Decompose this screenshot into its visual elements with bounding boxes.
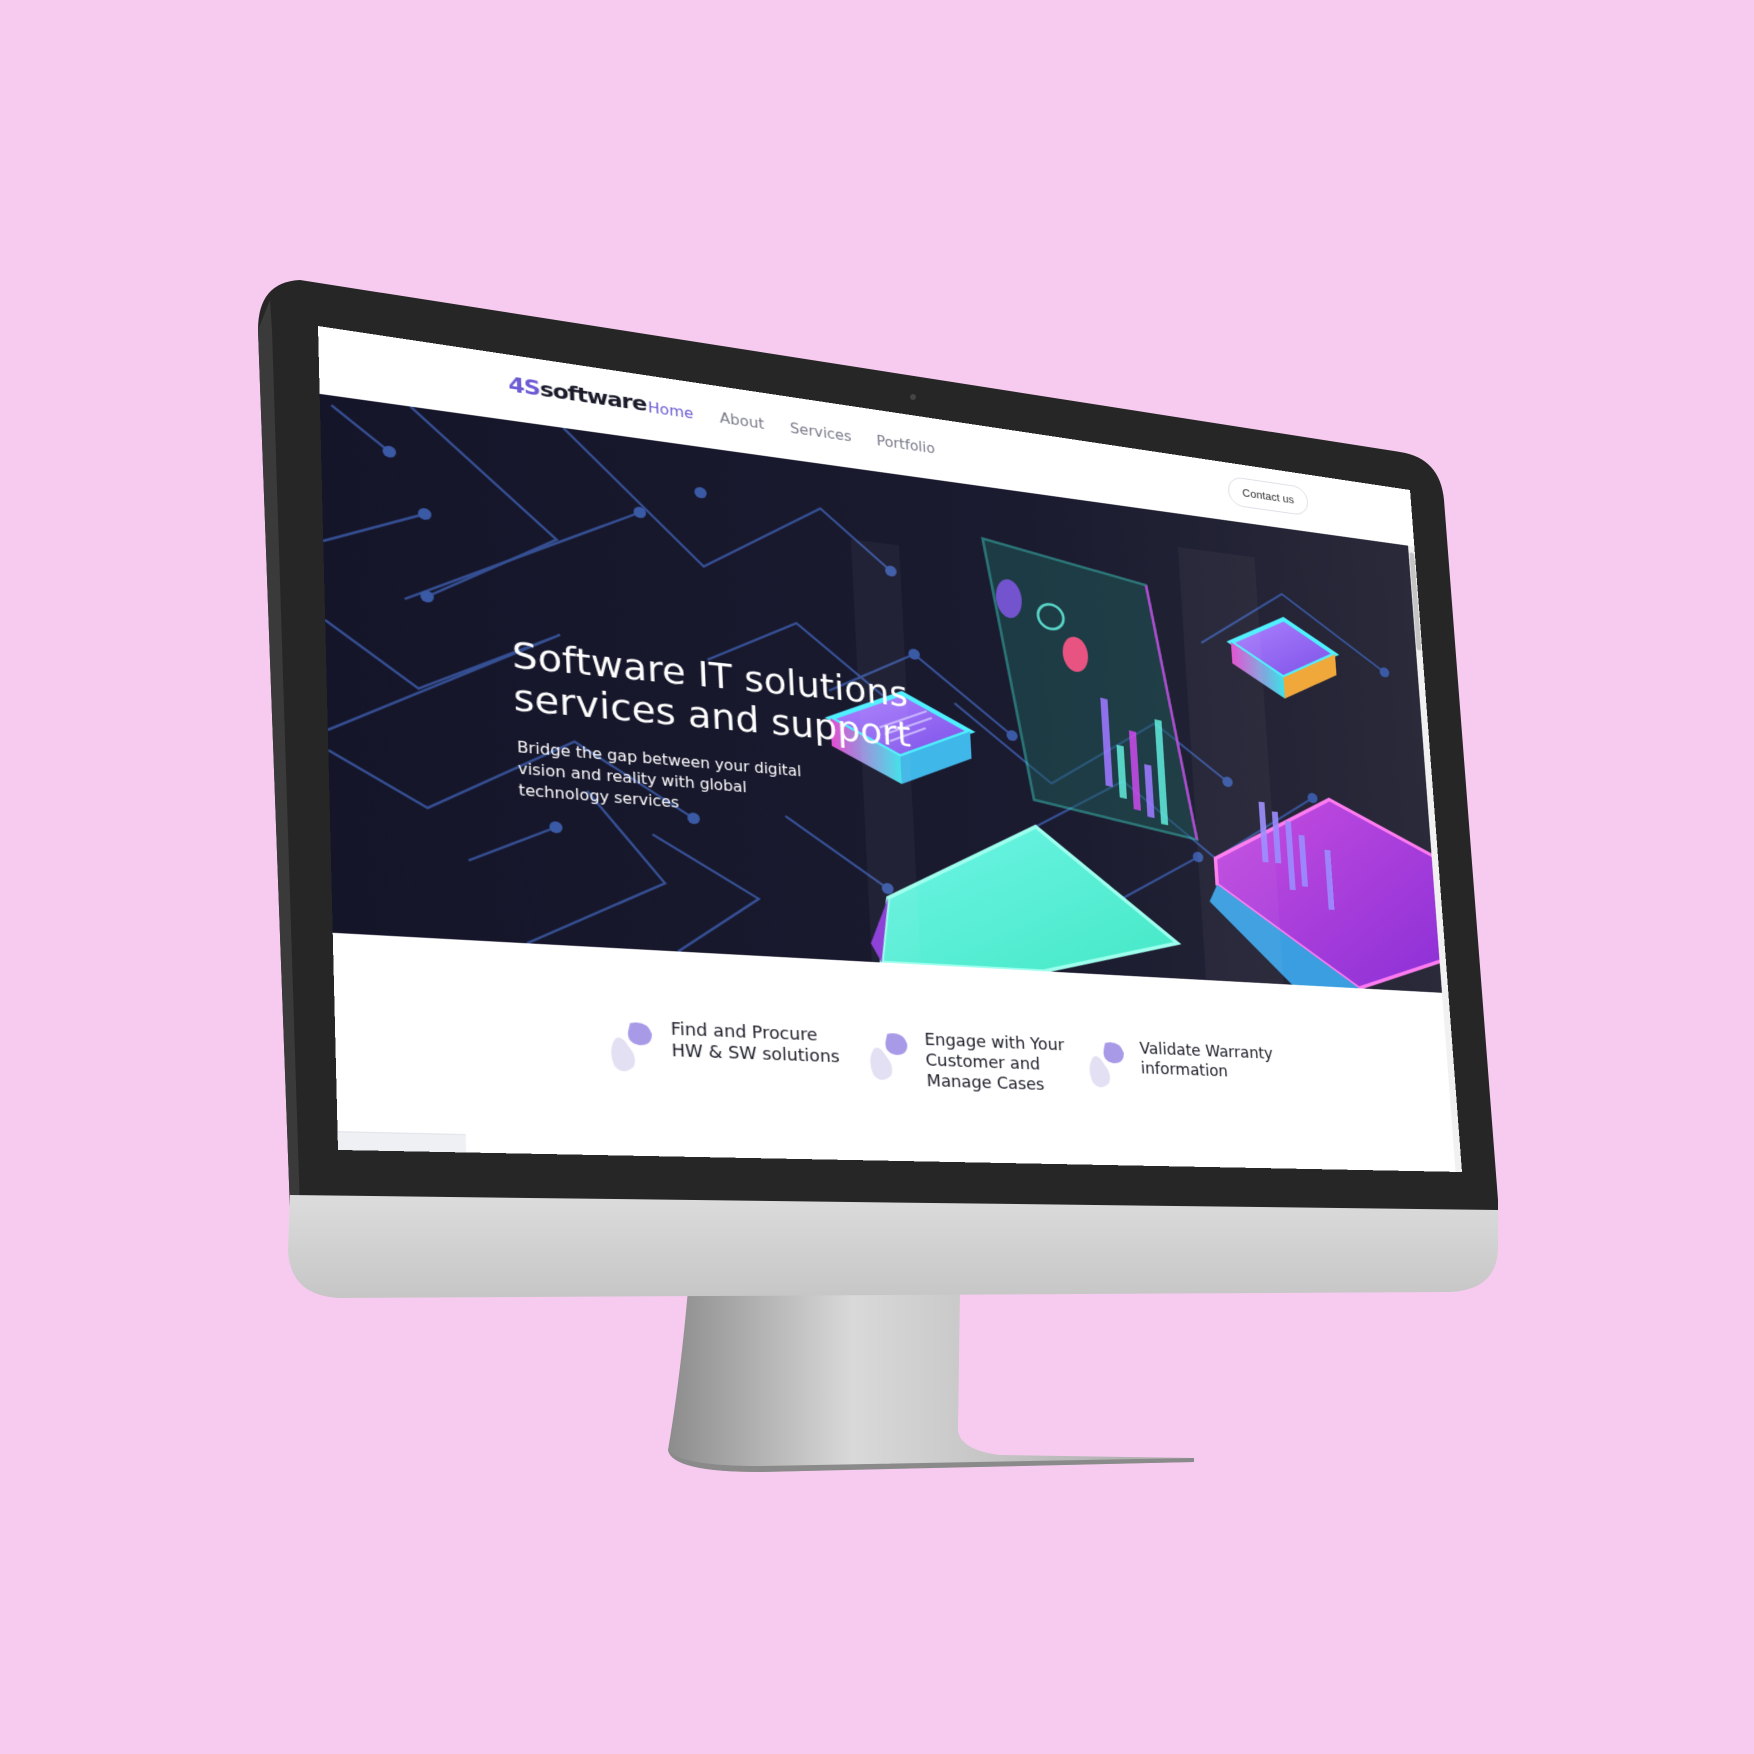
nav-portfolio-link[interactable]: Portfolio xyxy=(876,433,935,457)
blob-icon xyxy=(863,1027,917,1086)
blob-icon xyxy=(604,1016,662,1077)
nav-home-link[interactable]: Home xyxy=(648,399,694,422)
logo-mark: 4S xyxy=(508,373,540,401)
feature-label: Validate Warranty information xyxy=(1139,1039,1290,1084)
feature-label: Find and Procure HW & SW solutions xyxy=(670,1019,847,1068)
nav-about-link[interactable]: About xyxy=(719,410,764,433)
feature-label: Engage with Your Customer and Manage Cas… xyxy=(924,1030,1088,1097)
feature-item-warranty[interactable]: Validate Warranty information xyxy=(1083,1037,1292,1098)
feature-item-procure[interactable]: Find and Procure HW & SW solutions xyxy=(604,1016,848,1083)
blob-icon xyxy=(1083,1037,1134,1093)
feature-item-engage[interactable]: Engage with Your Customer and Manage Cas… xyxy=(863,1027,1088,1097)
contact-us-button[interactable]: Contact us xyxy=(1227,476,1309,517)
nav-services-link[interactable]: Services xyxy=(790,420,852,445)
site-logo[interactable]: 4Ssoftware xyxy=(508,373,647,416)
logo-text: software xyxy=(539,378,646,417)
status-strip xyxy=(338,1131,467,1152)
scene: 4Ssoftware Home About Services Portfolio… xyxy=(0,0,1754,1754)
